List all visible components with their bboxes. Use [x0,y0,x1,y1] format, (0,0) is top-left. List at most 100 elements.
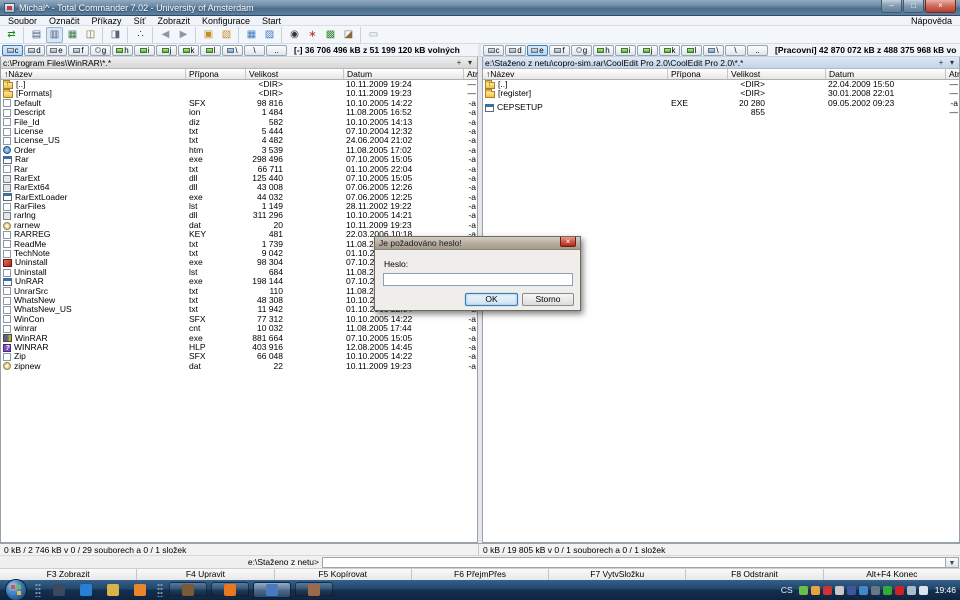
dialog-close-icon[interactable]: × [560,237,576,247]
toolbar-separator[interactable] [193,27,199,43]
left-path-bar[interactable]: c:\Program Files\WinRAR\*.* + ▾ [1,57,477,69]
column-header-attr[interactable]: Atr [464,69,479,79]
taskbar-clock[interactable]: 19:46 [935,585,956,595]
taskbar-icon-internet-explorer[interactable]: e [78,583,93,598]
tray-power-icon[interactable] [871,586,880,595]
favorites-icon[interactable]: + [454,58,464,68]
toolbar-separator[interactable] [279,27,285,43]
file-row[interactable]: zipnew dat 22 10.11.2009 19:23 -a— [1,362,477,371]
command-line-input[interactable] [322,557,946,568]
hotlist-button[interactable]: ∴ [132,27,149,43]
history-dropdown-icon[interactable]: ▾ [465,58,475,68]
tray-antivirus-icon[interactable] [799,586,808,595]
tray-network-icon[interactable] [859,586,868,595]
menu-konfigurace[interactable]: Konfigurace [196,16,256,26]
refresh-button[interactable]: ⇄ [3,27,20,43]
thumbnails-view-button[interactable]: ▦ [64,27,81,43]
search-button[interactable]: ◉ [286,27,303,43]
tray-window-icon[interactable] [907,586,916,595]
taskbar-button-total-commander[interactable]: ▣ [253,582,291,598]
drive-k-button[interactable]: k [178,45,199,56]
column-header-size[interactable]: Velikost [728,69,826,79]
menu-napoveda[interactable]: Nápověda [905,16,958,26]
tray-messenger-icon[interactable] [847,586,856,595]
root-dir-button[interactable]: \ [244,45,265,56]
drive-f-button[interactable]: f [68,45,89,56]
toolbar-separator[interactable] [358,27,364,43]
drive-j-button[interactable]: j [156,45,177,56]
taskbar-button-game[interactable]: ◘ [169,582,207,598]
sync-dirs-button[interactable]: ◪ [340,27,357,43]
tray-safely-remove-icon[interactable] [883,586,892,595]
tray-media-icon[interactable] [823,586,832,595]
file-row[interactable]: CEPSETUP EXE 20 280 855 09.05.2002 09:23… [483,99,959,108]
back-button[interactable]: ◀ [157,27,174,43]
tray-security-alert-icon[interactable] [895,586,904,595]
drive-e-button[interactable]: e [46,45,67,56]
toolbar-separator[interactable] [150,27,156,43]
f6-move-button[interactable]: F6 PřejmPřes [412,569,549,580]
taskbar-button-app[interactable]: ◆ [295,582,333,598]
start-button[interactable] [5,579,27,600]
drive-h-button[interactable]: h [593,45,614,56]
drive-f-button[interactable]: f [549,45,570,56]
menu-prikazy[interactable]: Příkazy [86,16,128,26]
parent-dir-button[interactable]: .. [747,45,768,56]
column-header-ext[interactable]: Přípona [186,69,246,79]
brief-view-button[interactable]: ▤ [28,27,45,43]
f7-mkdir-button[interactable]: F7 VytvSložku [549,569,686,580]
network-neighborhood-button[interactable]: \ [222,45,243,56]
right-path-bar[interactable]: e:\Staženo z netu\copro-sim.rar\CoolEdit… [483,57,959,69]
f3-view-button[interactable]: F3 Zobrazit [0,569,137,580]
taskbar-icon-calculator[interactable]: ▦ [51,583,66,598]
drive-c-button[interactable]: c [2,45,23,56]
column-header-date[interactable]: Datum [826,69,946,79]
root-dir-button[interactable]: \ [725,45,746,56]
ok-button[interactable]: OK [465,293,518,306]
f4-edit-button[interactable]: F4 Upravit [137,569,274,580]
pack-files-button[interactable]: ▣ [200,27,217,43]
full-view-button[interactable]: ▥ [46,27,63,43]
column-header-size[interactable]: Velikost [246,69,344,79]
taskbar-button-firefox[interactable]: ◉ [211,582,249,598]
drive-e-button[interactable]: e [527,45,548,56]
column-header-date[interactable]: Datum [344,69,464,79]
toolbar-separator[interactable] [21,27,27,43]
favorites-icon[interactable]: + [936,58,946,68]
tray-volume-icon[interactable] [919,586,928,595]
drive-i-button[interactable]: i [615,45,636,56]
edit-file-button[interactable]: ∗ [304,27,321,43]
menu-sit[interactable]: Síť [128,16,152,26]
history-dropdown-icon[interactable]: ▾ [947,58,957,68]
tray-tool-icon[interactable] [835,586,844,595]
command-history-dropdown-icon[interactable]: ▼ [946,557,959,568]
toolbar-separator[interactable] [100,27,106,43]
parent-dir-button[interactable]: .. [266,45,287,56]
f8-delete-button[interactable]: F8 Odstranit [686,569,823,580]
drive-i-button[interactable]: i [134,45,155,56]
drive-g-button[interactable]: g [90,45,111,56]
drive-k-button[interactable]: k [659,45,680,56]
drive-l-button[interactable]: l [200,45,221,56]
language-indicator[interactable]: CS [781,585,793,595]
column-header-ext[interactable]: Přípona [668,69,728,79]
drive-h-button[interactable]: h [112,45,133,56]
maximize-button[interactable]: □ [903,0,924,13]
cancel-button[interactable]: Storno [522,293,574,306]
taskbar-icon-explorer-folder[interactable]: ▱ [105,583,120,598]
toolbar-separator[interactable] [236,27,242,43]
drive-c-button[interactable]: c [483,45,504,56]
drive-d-button[interactable]: d [24,45,45,56]
drive-d-button[interactable]: d [505,45,526,56]
column-header-name[interactable]: ↑Název [483,69,668,79]
column-header-attr[interactable]: Atr [946,69,960,79]
ftp-connect-button[interactable]: ▦ [243,27,260,43]
drive-g-button[interactable]: g [571,45,592,56]
altf4-exit-button[interactable]: Alt+F4 Konec [824,569,960,580]
column-header-name[interactable]: ↑Název [1,69,186,79]
forward-button[interactable]: ▶ [175,27,192,43]
f5-copy-button[interactable]: F5 Kopírovat [275,569,412,580]
password-input[interactable] [383,273,573,286]
menu-start[interactable]: Start [256,16,287,26]
notepad-button[interactable]: ▭ [365,27,382,43]
